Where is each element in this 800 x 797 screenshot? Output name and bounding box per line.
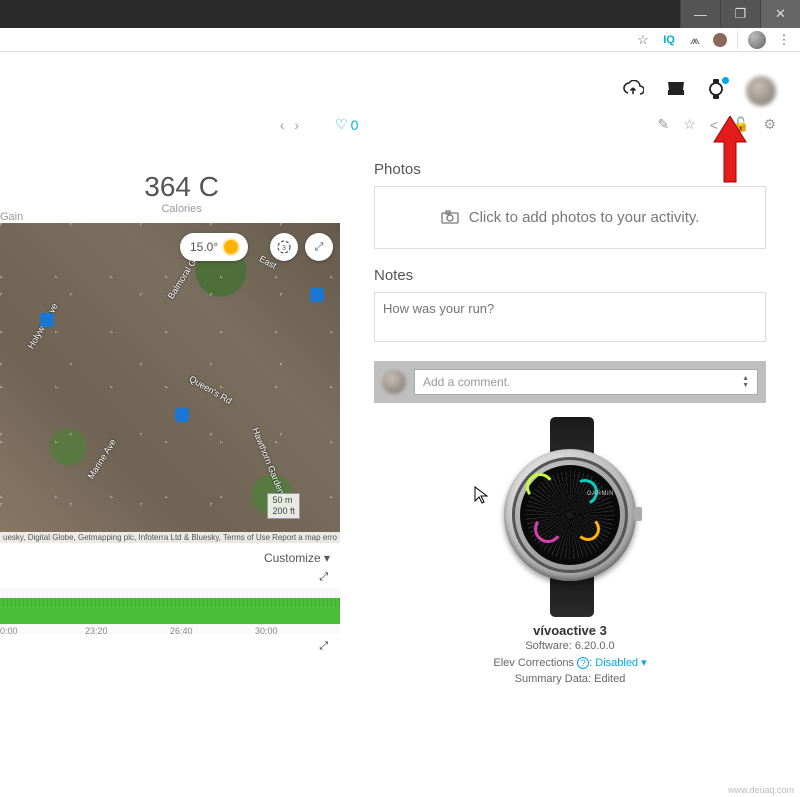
activity-map[interactable]: Holywell Ave Marine Ave Balmoral Gardens… bbox=[0, 223, 340, 543]
photos-heading: Photos bbox=[374, 161, 766, 178]
bookmark-star-icon[interactable]: ☆ bbox=[635, 32, 651, 48]
calories-label: Calories bbox=[23, 203, 340, 215]
toolbar-separator bbox=[737, 31, 738, 49]
street-label: Queen's Rd bbox=[188, 374, 234, 406]
next-activity-button[interactable]: › bbox=[294, 117, 299, 133]
elev-gain-label: Gain bbox=[0, 211, 23, 223]
help-icon[interactable]: ? bbox=[577, 657, 589, 669]
transit-stop-icon bbox=[40, 313, 54, 327]
extension-mountain-icon[interactable]: ⩕ bbox=[687, 32, 703, 48]
map-attribution: uesky, Digital Globe, Getmapping plc, In… bbox=[0, 532, 340, 543]
notes-input[interactable] bbox=[374, 292, 766, 342]
calories-value: 364 C bbox=[23, 171, 340, 203]
activity-action-row: ‹ › ♡ 0 ✎ ☆ < 🔓 ⚙ bbox=[0, 116, 800, 141]
customize-map-button[interactable]: Customize ▾ bbox=[0, 543, 340, 571]
add-photos-button[interactable]: Click to add photos to your activity. bbox=[374, 186, 766, 249]
window-maximize-button[interactable]: ❐ bbox=[720, 0, 760, 28]
share-icon[interactable]: < bbox=[710, 117, 718, 133]
heart-icon: ♡ bbox=[335, 116, 348, 133]
like-count: 0 bbox=[351, 117, 359, 133]
map-fullscreen-button[interactable]: ⤢ bbox=[305, 233, 333, 261]
map-terms-link[interactable]: Terms of Use bbox=[223, 533, 270, 542]
summary-data-value: Edited bbox=[594, 673, 625, 685]
browser-menu-icon[interactable]: ⋮ bbox=[776, 32, 792, 48]
temperature-value: 15.0° bbox=[190, 240, 218, 254]
device-image: GARMIN bbox=[490, 417, 650, 617]
elev-corrections-toggle[interactable]: Disabled ▾ bbox=[595, 657, 646, 669]
elev-corrections-label: Elev Corrections bbox=[493, 657, 574, 669]
chart-area bbox=[0, 592, 340, 624]
weather-pill[interactable]: 15.0° bbox=[180, 233, 248, 261]
transit-stop-icon bbox=[310, 288, 324, 302]
map-report-link[interactable]: Report a map erro bbox=[272, 533, 337, 542]
elevation-chart[interactable]: 0:00 23:20 26:40 30:00 bbox=[0, 588, 340, 634]
window-close-button[interactable]: ✕ bbox=[760, 0, 800, 28]
watch-notification-icon[interactable] bbox=[708, 79, 724, 104]
street-label: Hawthorn Gardens bbox=[250, 426, 288, 500]
street-label: Marine Ave bbox=[86, 437, 118, 480]
camera-icon bbox=[441, 209, 463, 226]
device-brand-label: GARMIN bbox=[587, 491, 614, 497]
settings-gear-icon[interactable]: ⚙ bbox=[763, 116, 776, 133]
cloud-upload-icon[interactable] bbox=[622, 80, 644, 103]
summary-data-label: Summary Data: bbox=[515, 673, 591, 685]
browser-toolbar: ☆ IQ ⩕ ⋮ bbox=[0, 28, 800, 52]
svg-text:3: 3 bbox=[282, 245, 286, 252]
user-avatar[interactable] bbox=[746, 76, 776, 106]
comment-row: Add a comment. ▲▼ bbox=[374, 361, 766, 403]
notification-dot-icon bbox=[722, 77, 729, 84]
notes-heading: Notes bbox=[374, 267, 766, 284]
transit-stop-icon bbox=[175, 408, 189, 422]
window-minimize-button[interactable]: — bbox=[680, 0, 720, 28]
prev-activity-button[interactable]: ‹ bbox=[280, 117, 285, 133]
watermark: www.deuaq.com bbox=[728, 785, 794, 795]
software-version: 6.20.0.0 bbox=[575, 640, 615, 652]
chart-x-ticks: 0:00 23:20 26:40 30:00 bbox=[0, 626, 340, 636]
commenter-avatar bbox=[382, 370, 406, 394]
software-label: Software: bbox=[525, 640, 571, 652]
inbox-icon[interactable] bbox=[666, 80, 686, 103]
extension-iq-icon[interactable]: IQ bbox=[661, 32, 677, 48]
device-card: GARMIN vívoactive 3 Software: 6.20.0.0 E… bbox=[374, 417, 766, 688]
extension-dot-icon[interactable] bbox=[713, 33, 727, 47]
expand-chart-icon[interactable]: ⤢ bbox=[0, 634, 340, 657]
map-scale: 50 m200 ft bbox=[267, 493, 300, 519]
like-button[interactable]: ♡ 0 bbox=[335, 116, 358, 133]
add-photos-label: Click to add photos to your activity. bbox=[469, 209, 700, 226]
edit-icon[interactable]: ✎ bbox=[658, 116, 670, 133]
mouse-cursor-icon bbox=[474, 486, 488, 507]
comment-input[interactable]: Add a comment. ▲▼ bbox=[414, 369, 758, 395]
comment-stepper-icon[interactable]: ▲▼ bbox=[742, 375, 749, 389]
map-rotate-button[interactable]: 3 bbox=[270, 233, 298, 261]
app-header bbox=[0, 52, 800, 116]
privacy-lock-icon[interactable]: 🔓 bbox=[732, 116, 749, 133]
window-titlebar: — ❐ ✕ bbox=[0, 0, 800, 28]
comment-placeholder: Add a comment. bbox=[423, 375, 510, 389]
sun-icon bbox=[224, 240, 238, 254]
favorite-star-icon[interactable]: ☆ bbox=[683, 116, 696, 133]
device-name: vívoactive 3 bbox=[374, 623, 766, 638]
expand-chart-icon[interactable]: ⤢ bbox=[0, 571, 340, 588]
browser-profile-avatar[interactable] bbox=[748, 31, 766, 49]
